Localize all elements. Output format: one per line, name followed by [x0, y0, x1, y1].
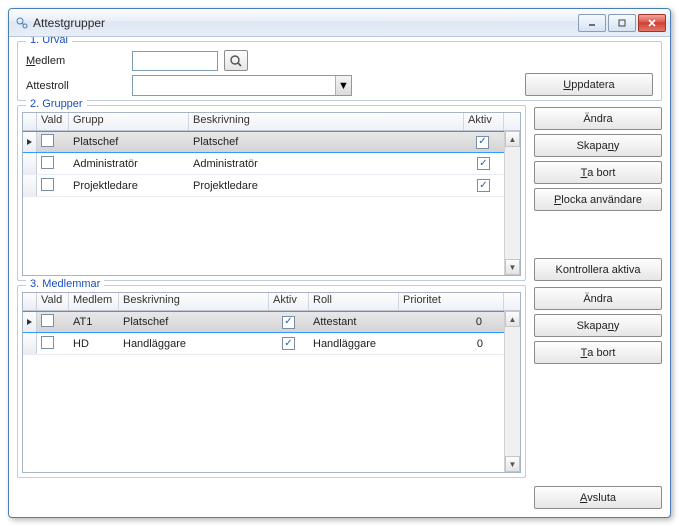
chevron-down-icon: ▼ — [335, 76, 351, 95]
window-title: Attestgrupper — [33, 16, 578, 30]
avsluta-button[interactable]: Avsluta — [534, 486, 662, 509]
attestroll-dropdown[interactable]: ▼ — [132, 75, 352, 96]
grupper-legend: 2. Grupper — [26, 98, 87, 110]
medlemmar-groupbox: 3. Medlemmar Vald Medlem Beskrivning Akt… — [17, 285, 526, 478]
attestroll-label: Attestroll — [26, 80, 126, 92]
scroll-up-icon[interactable]: ▲ — [505, 131, 520, 147]
row-header — [23, 175, 37, 196]
grupper-plocka-button[interactable]: Plocka användare — [534, 188, 662, 211]
window: Attestgrupper 1. Urval Medlem — [8, 8, 671, 518]
medlemmar-andra-button[interactable]: Ändra — [534, 287, 662, 310]
vald-checkbox[interactable] — [41, 314, 54, 327]
medlemmar-ta-bort-button[interactable]: Ta bort — [534, 341, 662, 364]
table-row[interactable]: AT1Platschef Attestant0 — [23, 311, 520, 333]
vald-checkbox[interactable] — [41, 178, 54, 191]
aktiv-checkbox[interactable] — [477, 179, 490, 192]
cell-grupp: Platschef — [69, 135, 189, 149]
aktiv-checkbox[interactable] — [477, 157, 490, 170]
titlebar: Attestgrupper — [9, 9, 670, 37]
medlemmar-scrollbar[interactable]: ▲ ▼ — [504, 311, 520, 472]
medlemmar-skapa-ny-button[interactable]: Skapa ny — [534, 314, 662, 337]
aktiv-checkbox[interactable] — [282, 337, 295, 350]
grupper-skapa-ny-button[interactable]: Skapa ny — [534, 134, 662, 157]
table-row[interactable]: AdministratörAdministratör — [23, 153, 520, 175]
grupper-scrollbar[interactable]: ▲ ▼ — [504, 131, 520, 275]
vald-checkbox[interactable] — [41, 134, 54, 147]
cell-roll: Attestant — [309, 315, 399, 329]
medlemmar-legend: 3. Medlemmar — [26, 278, 104, 290]
vald-checkbox[interactable] — [41, 336, 54, 349]
cell-roll: Handläggare — [309, 337, 399, 351]
grupper-andra-button[interactable]: Ändra — [534, 107, 662, 130]
col-beskrivning[interactable]: Beskrivning — [119, 293, 269, 310]
table-row[interactable]: ProjektledareProjektledare — [23, 175, 520, 197]
aktiv-checkbox[interactable] — [476, 136, 489, 149]
grupper-ta-bort-button[interactable]: Ta bort — [534, 161, 662, 184]
kontrollera-aktiva-button[interactable]: Kontrollera aktiva — [534, 258, 662, 281]
table-row[interactable]: PlatschefPlatschef — [23, 131, 520, 153]
row-header-spacer — [23, 293, 37, 310]
table-row[interactable]: HDHandläggareHandläggare0 — [23, 333, 520, 355]
medlem-label: Medlem — [26, 55, 126, 67]
cell-medlem: AT1 — [69, 315, 119, 329]
app-icon — [15, 16, 29, 30]
grupper-groupbox: 2. Grupper Vald Grupp Beskrivning Aktiv … — [17, 105, 526, 281]
cell-beskrivning: Handläggare — [119, 337, 269, 351]
row-header-spacer — [23, 113, 37, 130]
close-button[interactable] — [638, 14, 666, 32]
row-header — [23, 333, 37, 354]
cell-beskrivning: Platschef — [119, 315, 269, 329]
urval-groupbox: 1. Urval Medlem Attestroll ▼ — [17, 41, 662, 101]
medlem-input[interactable] — [132, 51, 218, 71]
grupper-grid[interactable]: Vald Grupp Beskrivning Aktiv PlatschefPl… — [22, 112, 521, 276]
row-header — [23, 153, 37, 174]
cell-beskrivning: Platschef — [189, 135, 463, 149]
col-aktiv[interactable]: Aktiv — [269, 293, 309, 310]
col-vald[interactable]: Vald — [37, 293, 69, 310]
scroll-down-icon[interactable]: ▼ — [505, 456, 520, 472]
maximize-button[interactable] — [608, 14, 636, 32]
cell-grupp: Projektledare — [69, 179, 189, 193]
cell-beskrivning: Projektledare — [189, 179, 464, 193]
cell-beskrivning: Administratör — [189, 157, 464, 171]
row-header — [23, 312, 37, 332]
col-medlem[interactable]: Medlem — [69, 293, 119, 310]
col-prioritet[interactable]: Prioritet — [399, 293, 504, 310]
cell-grupp: Administratör — [69, 157, 189, 171]
col-beskrivning[interactable]: Beskrivning — [189, 113, 464, 130]
minimize-button[interactable] — [578, 14, 606, 32]
aktiv-checkbox[interactable] — [282, 316, 295, 329]
vald-checkbox[interactable] — [41, 156, 54, 169]
col-roll[interactable]: Roll — [309, 293, 399, 310]
scroll-up-icon[interactable]: ▲ — [505, 311, 520, 327]
urval-legend: 1. Urval — [26, 37, 72, 46]
scroll-down-icon[interactable]: ▼ — [505, 259, 520, 275]
col-vald[interactable]: Vald — [37, 113, 69, 130]
medlemmar-grid[interactable]: Vald Medlem Beskrivning Aktiv Roll Prior… — [22, 292, 521, 473]
medlem-lookup-button[interactable] — [224, 50, 248, 71]
cell-prioritet: 0 — [399, 337, 504, 351]
col-grupp[interactable]: Grupp — [69, 113, 189, 130]
cell-medlem: HD — [69, 337, 119, 351]
uppdatera-button[interactable]: Uppdatera — [525, 73, 653, 96]
col-aktiv[interactable]: Aktiv — [464, 113, 504, 130]
row-header — [23, 132, 37, 152]
search-icon — [229, 54, 243, 68]
cell-prioritet: 0 — [399, 315, 503, 329]
